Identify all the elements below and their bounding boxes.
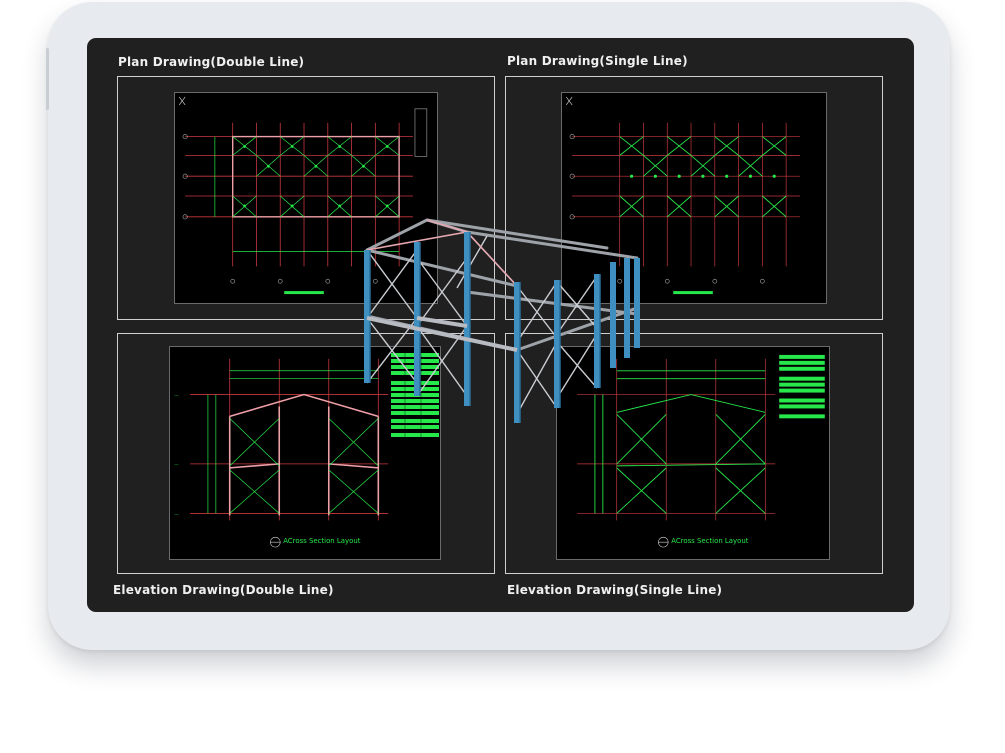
steel-frame-3d-svg — [364, 218, 640, 423]
elevation-single-title: Elevation Drawing(Single Line) — [507, 583, 723, 597]
elevation-single-caption: ACross Section Layout — [671, 537, 749, 545]
svg-text:---: --- — [174, 462, 179, 467]
elevation-double-caption: ACross Section Layout — [283, 537, 361, 545]
elevation-double-title: Elevation Drawing(Double Line) — [113, 583, 334, 597]
plan-single-title: Plan Drawing(Single Line) — [507, 54, 688, 68]
steel-frame-3d-model-icon — [357, 218, 647, 428]
svg-text:---: --- — [174, 511, 179, 516]
plan-double-title: Plan Drawing(Double Line) — [118, 55, 305, 69]
svg-text:---: --- — [174, 393, 179, 398]
device-side-button — [46, 48, 49, 110]
tablet-screen: Plan Drawing(Double Line) Plan Drawing(S… — [87, 38, 914, 612]
